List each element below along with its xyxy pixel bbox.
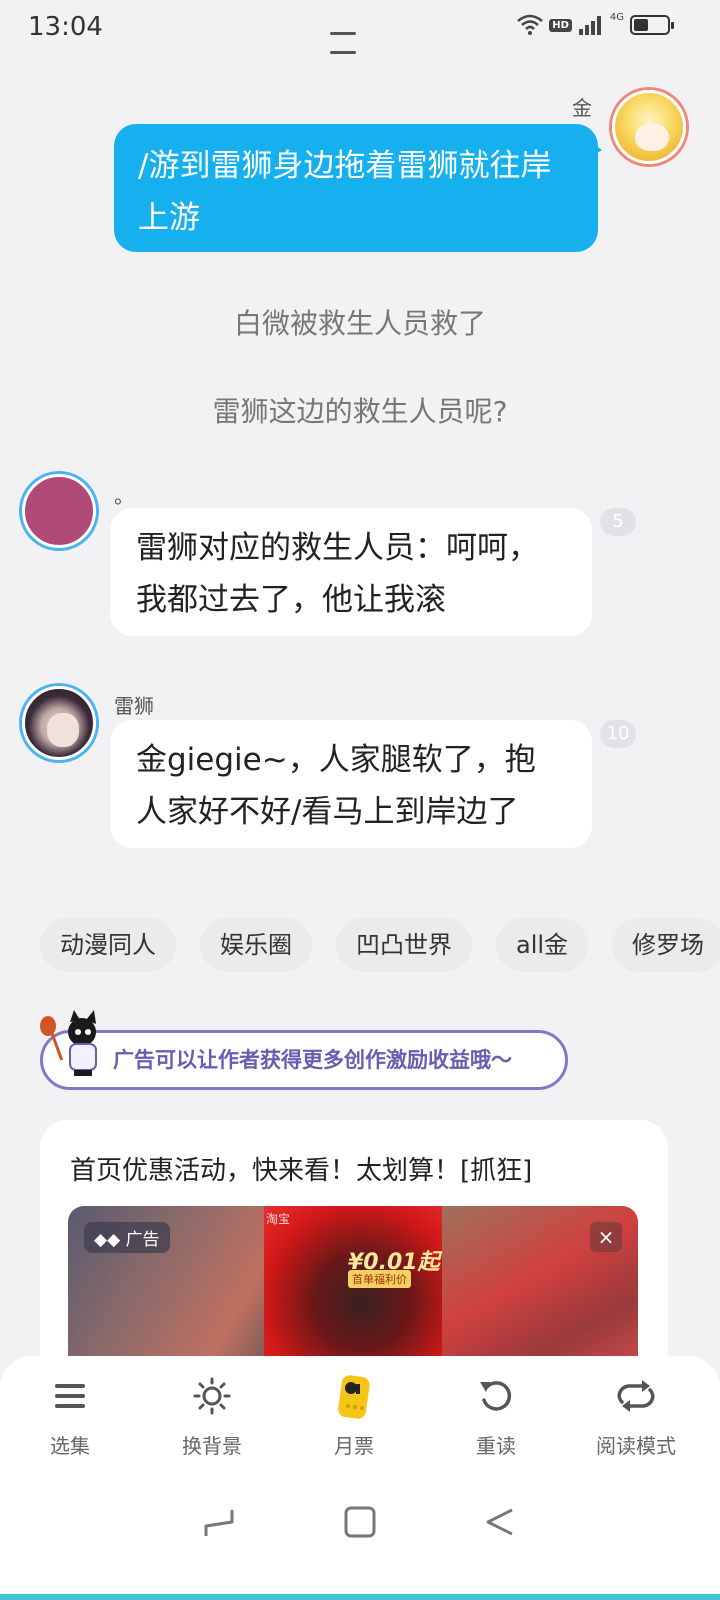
notch-indicator [330,20,388,54]
loop-icon [617,1380,655,1412]
back-icon[interactable] [482,1504,518,1540]
toolbar-label: 换背景 [182,1434,242,1458]
toolbar-background-button[interactable]: 换背景 [152,1372,272,1459]
mascot-icon [40,1010,97,1076]
avatar-lifeguard[interactable] [22,474,96,548]
tag-chip[interactable]: 娱乐圈 [200,918,312,972]
ad-label: ◆◆ 广告 [84,1222,170,1253]
ad-price-sub: 首单福利价 [348,1270,411,1288]
toolbar-reading-mode-button[interactable]: 阅读模式 [576,1372,696,1459]
sun-icon [193,1377,231,1415]
sender-name: 。 [114,484,134,508]
battery-icon [630,15,674,35]
toolbar-monthly-ticket-button[interactable]: 月票 [294,1372,414,1459]
system-nav-bar [0,1480,720,1564]
toolbar-label: 月票 [334,1434,374,1458]
tag-chip[interactable]: all金 [496,918,589,972]
sender-name: 雷狮 [114,694,154,718]
comment-count-badge[interactable]: 10 [600,720,636,748]
sender-name-me: 金 [572,96,592,120]
ad-label-text: 广告 [125,1230,160,1250]
ticket-icon [338,1375,370,1419]
hd-badge: HD [549,18,572,32]
toolbar-label: 选集 [50,1434,90,1458]
ad-title[interactable]: 首页优惠活动，快来看！太划算！[抓狂] [70,1150,532,1187]
ad-hint-banner: 广告可以让作者获得更多创作激励收益哦～ [40,1030,568,1090]
recent-apps-icon[interactable] [202,1504,238,1540]
message-bubble: 金giegie~，人家腿软了，抱人家好不好/看马上到岸边了 [110,720,592,848]
taobao-tag: 淘宝 [266,1212,291,1226]
message-bubble-me: /游到雷狮身边拖着雷狮就往岸上游 [114,124,602,252]
message-bubble: 雷狮对应的救生人员：呵呵，我都过去了，他让我滚 [110,508,592,636]
tag-list: 动漫同人 娱乐圈 凹凸世界 all金 修罗场 [40,918,720,972]
ad-logo-icon: ◆◆ [94,1230,126,1250]
narration-text: 白微被救生人员救了 [233,307,486,340]
ad-close-button[interactable]: × [590,1222,622,1252]
tag-chip[interactable]: 动漫同人 [40,918,176,972]
toolbar-label: 重读 [476,1434,516,1458]
menu-icon [55,1384,85,1408]
comment-count-badge[interactable]: 5 [600,508,636,536]
avatar-leishi[interactable] [22,686,96,760]
toolbar-episodes-button[interactable]: 选集 [10,1372,130,1459]
status-time: 13:04 [28,12,103,42]
wifi-icon [517,14,544,35]
tag-chip[interactable]: 修罗场 [612,918,720,972]
signal-icon [578,16,601,35]
status-icons: HD 4G [517,11,674,36]
narration-text: 雷狮这边的救生人员呢? [212,395,508,428]
toolbar-reread-button[interactable]: 重读 [436,1372,556,1459]
tag-chip[interactable]: 凹凸世界 [336,918,472,972]
bottom-accent-strip [0,1594,720,1600]
network-type: 4G [609,11,624,23]
toolbar-label: 阅读模式 [596,1434,676,1458]
avatar-me[interactable] [612,90,686,164]
reload-icon [480,1381,512,1411]
home-icon[interactable] [342,1504,378,1540]
